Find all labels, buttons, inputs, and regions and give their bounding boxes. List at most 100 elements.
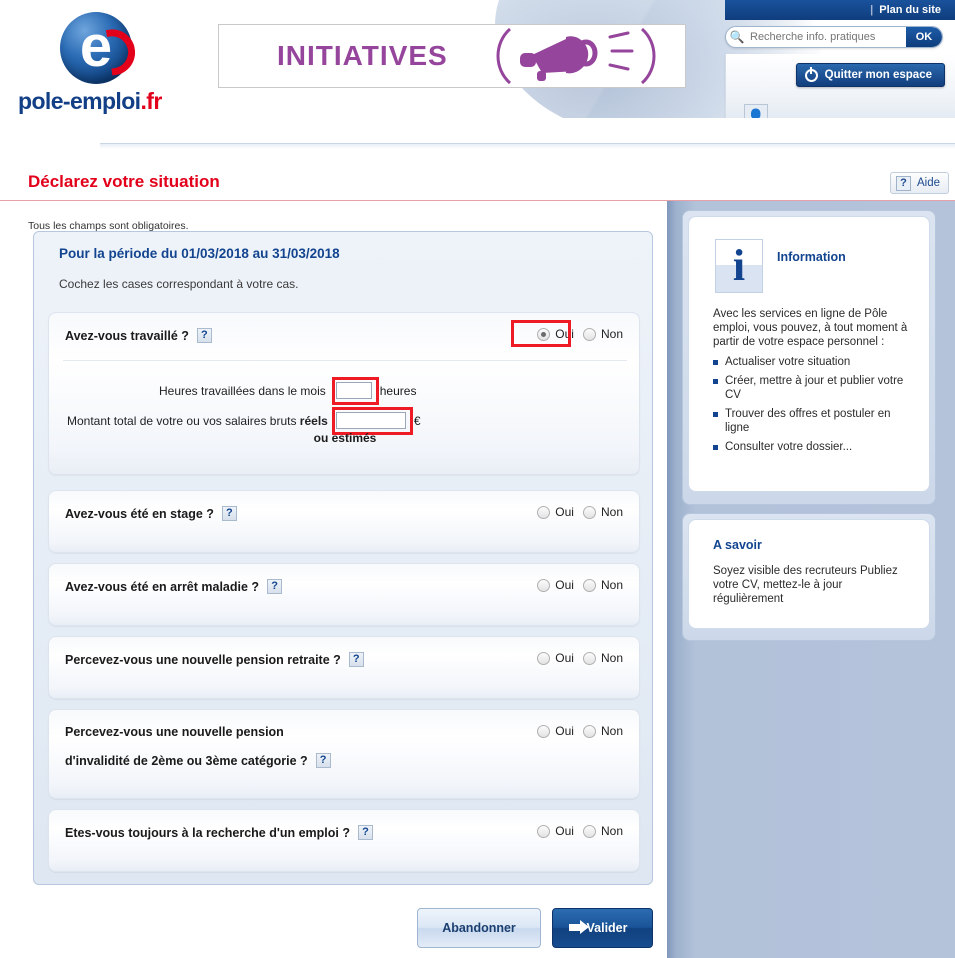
know-panel-title: A savoir [713, 538, 762, 552]
radio-circle-oui-disability-pension[interactable] [537, 724, 551, 738]
radio-circle-non-disability-pension[interactable] [582, 724, 596, 738]
list-item[interactable]: Créer, mettre à jour et publier votre CV [713, 374, 918, 402]
question-card-disability-pension: Percevez-vous une nouvelle pension d'inv… [48, 709, 640, 799]
question-label-job-search: Etes-vous toujours à la recherche d'un e… [65, 825, 373, 840]
radio-label-non-worked: Non [600, 327, 623, 341]
radio-group-sick-leave: Oui Non [537, 578, 623, 592]
hours-unit: heures [379, 383, 417, 398]
know-panel-text: Soyez visible des recruteurs Publiez vot… [713, 565, 898, 605]
help-icon-worked[interactable]: ? [196, 328, 212, 343]
search-box[interactable]: 🔍 OK [725, 26, 943, 48]
help-icon-sick-leave[interactable]: ? [267, 579, 283, 594]
radio-label-oui-disability-pension: Oui [555, 724, 574, 738]
radio-label-oui-sick-leave: Oui [555, 578, 574, 592]
power-icon [804, 66, 818, 82]
header-divider [100, 143, 955, 149]
radio-label-oui-stage: Oui [555, 505, 574, 519]
question-card-stage: Avez-vous été en stage ? ? Oui Non [48, 490, 640, 553]
question-label-worked: Avez-vous travaillé ? ? [65, 328, 212, 343]
radio-label-non-sick-leave: Non [600, 578, 623, 592]
radio-non-job-search[interactable]: Non [582, 824, 623, 838]
pole-emploi-logo[interactable]: e pole-emploi.fr [18, 12, 183, 114]
list-item[interactable]: Consulter votre dossier... [713, 440, 918, 454]
megaphone-icon [492, 25, 682, 87]
help-button-label: Aide [916, 177, 940, 189]
radio-group-disability-pension: Oui Non [537, 724, 623, 738]
avatar[interactable]: 👤 [744, 104, 768, 118]
radio-group-retirement-pension: Oui Non [537, 651, 623, 665]
user-icon: 👤 [747, 108, 765, 118]
help-icon-stage[interactable]: ? [221, 506, 237, 521]
page-title: Déclarez votre situation [28, 172, 220, 191]
hours-label: Heures travaillées dans le mois [159, 383, 326, 398]
question-label-disability-pension: Percevez-vous une nouvelle pension [65, 725, 284, 739]
radio-non-worked[interactable]: Non [582, 327, 623, 341]
radio-circle-oui-stage[interactable] [537, 505, 551, 519]
radio-oui-stage[interactable]: Oui [537, 505, 574, 519]
validate-button-label: Valider [586, 921, 628, 935]
period-title: Pour la période du 01/03/2018 au 31/03/2… [59, 246, 340, 261]
help-icon-retirement-pension[interactable]: ? [348, 652, 364, 667]
hours-input[interactable] [335, 382, 372, 399]
topbar-separator: | [870, 4, 874, 16]
radio-oui-disability-pension[interactable]: Oui [537, 724, 574, 738]
question-label-retirement-pension: Percevez-vous une nouvelle pension retra… [65, 652, 364, 667]
radio-non-sick-leave[interactable]: Non [582, 578, 623, 592]
radio-non-retirement-pension[interactable]: Non [582, 651, 623, 665]
validate-button[interactable]: Valider [552, 908, 653, 948]
information-list: Actualiser votre situation Créer, mettre… [713, 355, 918, 459]
user-panel: Quitter mon espace 👤 [725, 54, 955, 118]
salary-unit: € [413, 413, 421, 428]
radio-circle-oui-retirement-pension[interactable] [537, 651, 551, 665]
help-button[interactable]: ? Aide [889, 172, 949, 194]
help-icon-disability-pension[interactable]: ? [315, 753, 331, 768]
information-title: Information [777, 250, 846, 264]
question-card-sick-leave: Avez-vous été en arrêt maladie ? ? Oui N… [48, 563, 640, 626]
radio-non-disability-pension[interactable]: Non [582, 724, 623, 738]
card-separator [63, 360, 627, 361]
radio-circle-non-retirement-pension[interactable] [582, 651, 596, 665]
search-ok-button[interactable]: OK [906, 27, 942, 47]
radio-oui-worked[interactable]: Oui [537, 327, 574, 341]
abandon-button[interactable]: Abandonner [417, 908, 541, 948]
question-card-worked: Avez-vous travaillé ? ? Oui Non Heures t… [48, 312, 640, 475]
radio-non-stage[interactable]: Non [582, 505, 623, 519]
check-instruction: Cochez les cases correspondant à votre c… [59, 277, 299, 291]
information-paragraph: Avec les services en ligne de Pôle emplo… [713, 308, 908, 348]
radio-group-stage: Oui Non [537, 505, 623, 519]
question-label-sick-leave: Avez-vous été en arrêt maladie ? ? [65, 579, 283, 594]
radio-label-non-job-search: Non [600, 824, 623, 838]
radio-label-non-disability-pension: Non [600, 724, 623, 738]
salary-label: Montant total de votre ou vos salaires b… [67, 413, 328, 428]
help-icon-job-search[interactable]: ? [357, 825, 373, 840]
radio-circle-non-job-search[interactable] [582, 824, 596, 838]
page-root: e pole-emploi.fr INITIATIVES | Plan du s… [0, 0, 955, 958]
sitemap-link[interactable]: Plan du site [879, 4, 941, 16]
quit-space-button[interactable]: Quitter mon espace [795, 63, 945, 87]
information-panel: i Information Avec les services en ligne… [688, 216, 930, 492]
salary-input[interactable] [335, 412, 406, 429]
logo-wordmark: pole-emploi.fr [18, 88, 162, 114]
radio-circle-non-stage[interactable] [582, 505, 596, 519]
information-icon: i [715, 239, 763, 293]
radio-oui-sick-leave[interactable]: Oui [537, 578, 574, 592]
initiatives-banner: INITIATIVES [218, 24, 686, 88]
radio-label-non-stage: Non [600, 505, 623, 519]
radio-circle-non-worked[interactable] [582, 327, 596, 341]
list-item[interactable]: Trouver des offres et postuler en ligne [713, 407, 918, 435]
question-label-disability-pension-line2: d'invalidité de 2ème ou 3ème catégorie ?… [65, 753, 331, 768]
know-panel: A savoir Soyez visible des recruteurs Pu… [688, 519, 930, 629]
list-item[interactable]: Actualiser votre situation [713, 355, 918, 369]
or-estimated-label: ou estimés [313, 431, 377, 445]
radio-circle-oui-job-search[interactable] [537, 824, 551, 838]
search-input[interactable] [748, 30, 906, 44]
radio-circle-oui-worked[interactable] [537, 327, 551, 341]
radio-oui-job-search[interactable]: Oui [537, 824, 574, 838]
radio-label-non-retirement-pension: Non [600, 651, 623, 665]
question-card-job-search: Etes-vous toujours à la recherche d'un e… [48, 809, 640, 872]
radio-circle-oui-sick-leave[interactable] [537, 578, 551, 592]
search-icon: 🔍 [729, 30, 745, 44]
radio-oui-retirement-pension[interactable]: Oui [537, 651, 574, 665]
radio-circle-non-sick-leave[interactable] [582, 578, 596, 592]
question-card-retirement-pension: Percevez-vous une nouvelle pension retra… [48, 636, 640, 699]
